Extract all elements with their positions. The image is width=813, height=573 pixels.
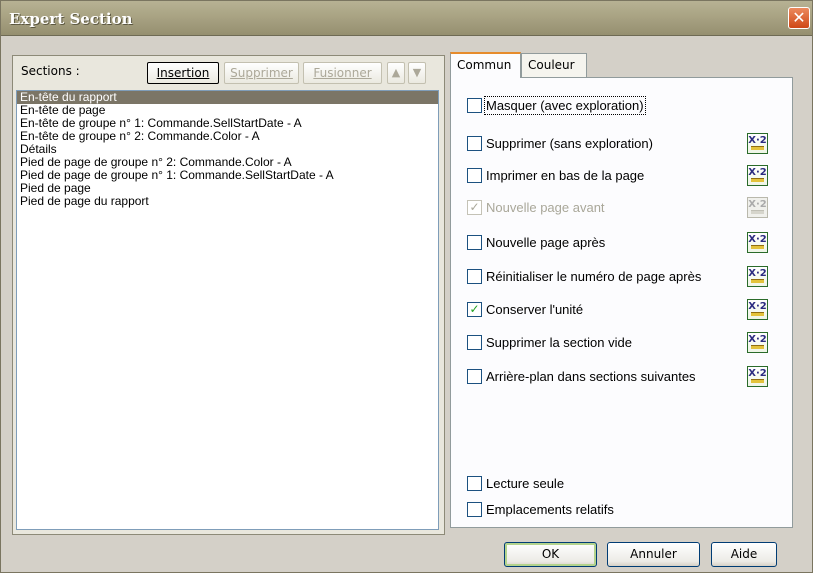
move-up-button[interactable]: ▲ [387, 62, 405, 84]
supprimer-label: Supprimer (sans exploration) [486, 135, 653, 151]
option-reinitialiser[interactable]: Réinitialiser le numéro de page après [467, 267, 701, 285]
arriere-plan-checkbox[interactable] [467, 368, 482, 384]
option-emplacements[interactable]: Emplacements relatifs [467, 500, 614, 518]
nouvelle-apres-label: Nouvelle page après [486, 234, 606, 250]
option-nouvelle-apres[interactable]: Nouvelle page après [467, 233, 605, 251]
supprimer-vide-label: Supprimer la section vide [486, 334, 632, 350]
fusionner-button-label: Fusionner [313, 66, 372, 80]
option-supprimer-vide[interactable]: Supprimer la section vide [467, 333, 632, 351]
option-supprimer[interactable]: Supprimer (sans exploration) [467, 134, 653, 152]
commun-tab-panel: Masquer (avec exploration) Supprimer (sa… [450, 77, 793, 528]
tab-couleur[interactable]: Couleur [521, 53, 587, 77]
supprimer-checkbox[interactable] [467, 135, 482, 151]
sections-list[interactable]: En-tête du rapport En-tête de page En-tê… [16, 90, 439, 530]
insertion-button-label: Insertion [156, 66, 210, 80]
annuler-button[interactable]: Annuler [607, 542, 700, 567]
title-bar[interactable]: Expert Section ✕ [1, 1, 812, 36]
formula-icon[interactable]: X·2 [747, 133, 768, 154]
reinitialiser-label: Réinitialiser le numéro de page après [486, 268, 702, 284]
formula-icon[interactable]: X·2 [747, 165, 768, 186]
masquer-checkbox[interactable] [467, 97, 482, 113]
dialog-title: Expert Section [9, 10, 133, 28]
supprimer-button[interactable]: Supprimer [224, 62, 299, 84]
option-imprimer-bas[interactable]: Imprimer en bas de la page [467, 166, 644, 184]
tab-commun[interactable]: Commun [450, 52, 521, 78]
formula-icon[interactable]: X·2 [747, 332, 768, 353]
emplacements-checkbox[interactable] [467, 501, 482, 517]
option-arriere-plan[interactable]: Arrière-plan dans sections suivantes [467, 367, 696, 385]
sections-panel: Sections : Insertion Supprimer Fusionner… [12, 55, 445, 535]
list-item[interactable]: Pied de page du rapport [17, 195, 438, 208]
insertion-button[interactable]: Insertion [147, 62, 219, 84]
option-lecture-seule[interactable]: Lecture seule [467, 474, 564, 492]
arriere-plan-label: Arrière-plan dans sections suivantes [486, 368, 696, 384]
imprimer-bas-checkbox[interactable] [467, 167, 482, 183]
ok-button[interactable]: OK [504, 542, 597, 567]
formula-icon[interactable]: X·2 [747, 232, 768, 253]
reinitialiser-checkbox[interactable] [467, 268, 482, 284]
list-item[interactable]: En-tête de groupe n° 2: Commande.Color -… [17, 130, 438, 143]
lecture-seule-label: Lecture seule [486, 475, 565, 491]
formula-icon[interactable]: X·2 [747, 266, 768, 287]
fusionner-button[interactable]: Fusionner [303, 62, 382, 84]
sections-label: Sections : [21, 64, 80, 78]
imprimer-bas-label: Imprimer en bas de la page [486, 167, 645, 183]
arrow-down-icon: ▼ [412, 66, 422, 79]
conserver-checkbox[interactable]: ✓ [467, 301, 482, 317]
move-down-button[interactable]: ▼ [408, 62, 426, 84]
close-icon[interactable]: ✕ [788, 7, 810, 29]
nouvelle-avant-checkbox: ✓ [467, 199, 482, 215]
nouvelle-avant-label: Nouvelle page avant [486, 199, 605, 215]
masquer-label: Masquer (avec exploration) [484, 95, 646, 115]
lecture-seule-checkbox[interactable] [467, 475, 482, 491]
nouvelle-apres-checkbox[interactable] [467, 234, 482, 250]
supprimer-button-label: Supprimer [230, 66, 293, 80]
conserver-label: Conserver l'unité [486, 301, 584, 317]
option-conserver[interactable]: ✓ Conserver l'unité [467, 300, 583, 318]
formula-icon: X·2 [747, 197, 768, 218]
emplacements-label: Emplacements relatifs [486, 501, 614, 517]
expert-section-dialog: Expert Section ✕ Sections : Insertion Su… [0, 0, 813, 573]
formula-icon[interactable]: X·2 [747, 366, 768, 387]
option-nouvelle-avant: ✓ Nouvelle page avant [467, 198, 605, 216]
option-masquer[interactable]: Masquer (avec exploration) [467, 95, 646, 115]
supprimer-vide-checkbox[interactable] [467, 334, 482, 350]
arrow-up-icon: ▲ [391, 66, 401, 79]
formula-icon[interactable]: X·2 [747, 299, 768, 320]
aide-button[interactable]: Aide [711, 542, 777, 567]
